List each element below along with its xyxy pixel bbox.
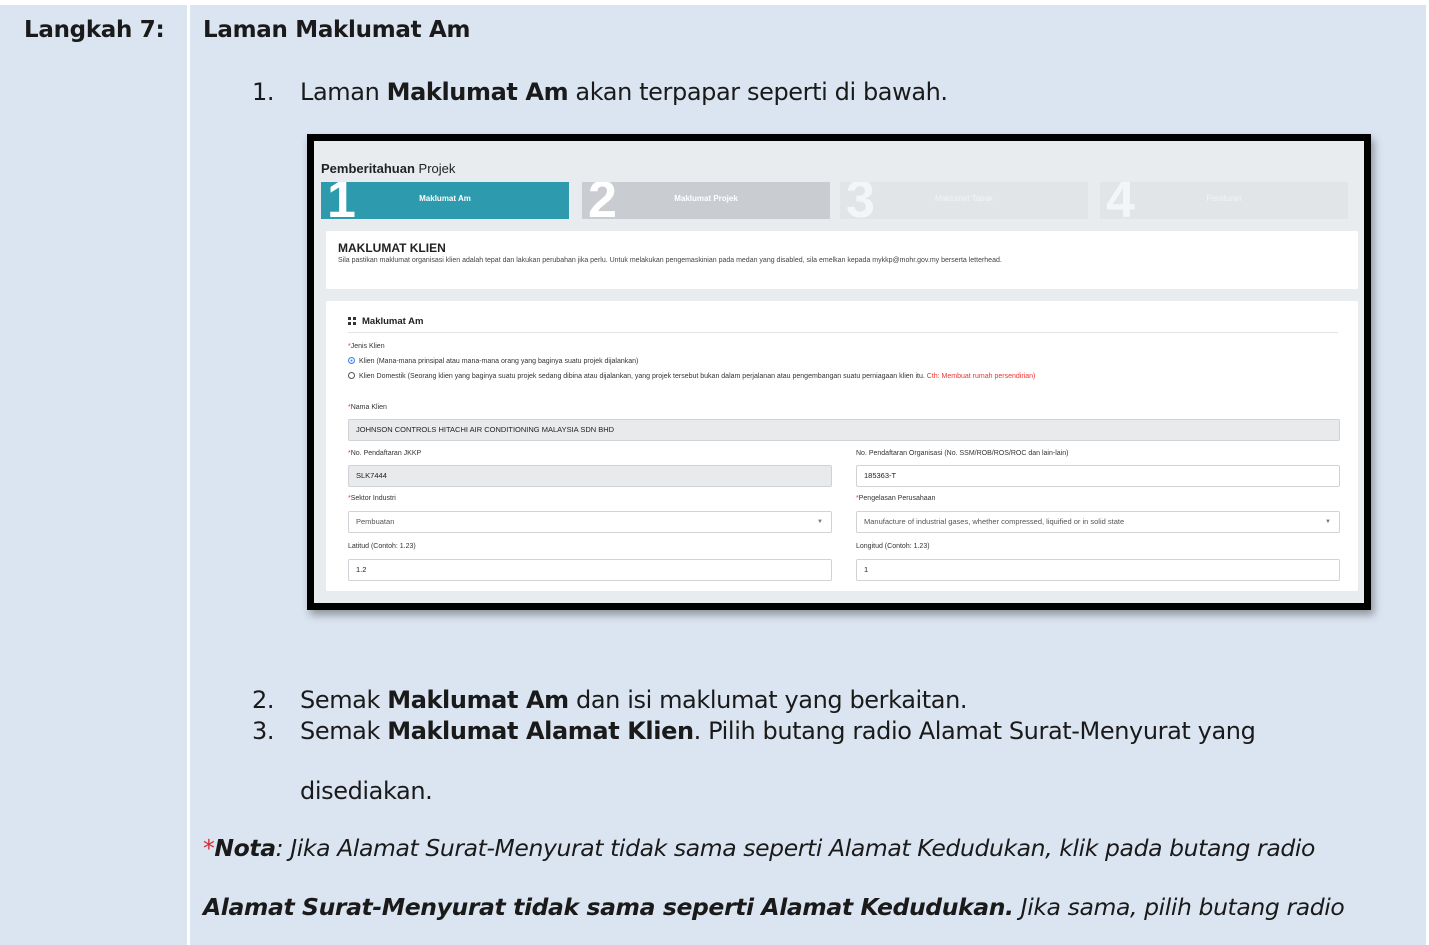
pengelasan-label: *Pengelasan Perusahaan: [856, 495, 936, 502]
step-title: Laman Maklumat Am: [203, 17, 471, 43]
note-line-1: *Nota: Jika Alamat Surat-Menyurat tidak …: [203, 834, 1315, 862]
list-text: Semak Maklumat Am dan isi maklumat yang …: [300, 686, 968, 714]
jenis-klien-label: *Jenis Klien: [348, 343, 385, 350]
radio-klien[interactable]: Klien (Mana-mana prinsipal atau mana-man…: [348, 357, 638, 365]
chevron-down-icon: ▼: [817, 519, 823, 525]
list-text: Semak Maklumat Alamat Klien. Pilih butan…: [300, 717, 1256, 745]
latitud-label: Latitud (Contoh: 1.23): [348, 543, 416, 550]
note-line-2: Alamat Surat-Menyurat tidak sama seperti…: [203, 893, 1345, 921]
sektor-select[interactable]: Pembuatan ▼: [348, 511, 832, 533]
pengelasan-select[interactable]: Manufacture of industrial gases, whether…: [856, 511, 1340, 533]
embedded-screenshot: Pemberitahuan Projek 1 Maklumat Am 2 Mak…: [307, 134, 1371, 610]
nama-klien-input[interactable]: JOHNSON CONTROLS HITACHI AIR CONDITIONIN…: [348, 419, 1340, 441]
client-info-card: MAKLUMAT KLIEN Sila pastikan maklumat or…: [326, 231, 1358, 289]
longitud-input[interactable]: 1: [856, 559, 1340, 581]
no-org-input[interactable]: 185363-T: [856, 465, 1340, 487]
no-jkkp-input[interactable]: SLK7444: [348, 465, 832, 487]
radio-selected-icon: [348, 357, 355, 364]
longitud-label: Longitud (Contoh: 1.23): [856, 543, 930, 550]
wizard-step-4: 4 Peraturan: [1100, 182, 1348, 219]
wizard-step-1[interactable]: 1 Maklumat Am: [321, 182, 569, 219]
section-heading: Maklumat Am: [348, 316, 423, 327]
radio-empty-icon: [348, 372, 355, 379]
wizard-step-2[interactable]: 2 Maklumat Projek: [582, 182, 830, 219]
list-text-continuation: disediakan.: [300, 777, 433, 805]
list-number: 1.: [252, 78, 275, 106]
list-text: Laman Maklumat Am akan terpapar seperti …: [300, 78, 948, 106]
latitud-input[interactable]: 1.2: [348, 559, 832, 581]
section-divider: [348, 332, 1338, 333]
grid-icon: [348, 317, 356, 325]
wizard-stepper: 1 Maklumat Am 2 Maklumat Projek 3 Maklum…: [321, 182, 1353, 219]
list-number: 2.: [252, 686, 275, 714]
chevron-down-icon: ▼: [1325, 519, 1331, 525]
no-org-label: No. Pendaftaran Organisasi (No. SSM/ROB/…: [856, 450, 1069, 457]
screenshot-page-title: Pemberitahuan Projek: [321, 161, 456, 176]
general-info-form: Maklumat Am *Jenis Klien Klien (Mana-man…: [326, 301, 1358, 591]
nama-klien-label: *Nama Klien: [348, 404, 387, 411]
client-card-heading: MAKLUMAT KLIEN: [338, 241, 446, 255]
no-jkkp-label: *No. Pendaftaran JKKP: [348, 450, 422, 457]
column-divider: [187, 0, 190, 945]
client-card-description: Sila pastikan maklumat organisasi klien …: [338, 257, 1002, 264]
list-number: 3.: [252, 717, 275, 745]
table-top-border: [0, 0, 1429, 5]
sektor-label: *Sektor Industri: [348, 495, 396, 502]
step-label: Langkah 7:: [24, 17, 165, 43]
wizard-step-3: 3 Maklumat Tapak: [840, 182, 1088, 219]
radio-klien-domestik[interactable]: Klien Domestik (Seorang klien yang bagin…: [348, 372, 1035, 380]
